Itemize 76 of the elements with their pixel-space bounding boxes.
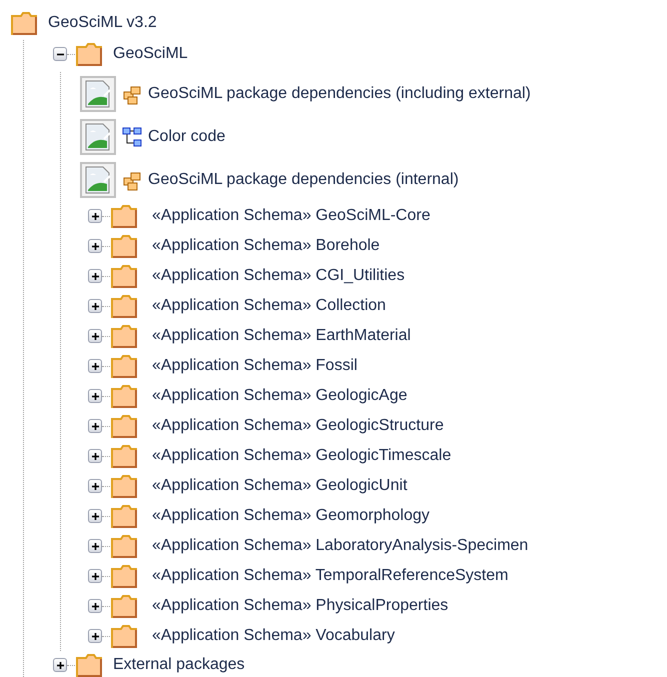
- plus-icon: [90, 302, 100, 310]
- plus-icon: [56, 660, 64, 670]
- tree-item-label[interactable]: «Application Schema» CGI_Utilities: [152, 264, 405, 288]
- expand-toggle[interactable]: [88, 329, 102, 343]
- tree-item-label[interactable]: GeoSciML package dependencies (internal): [148, 168, 459, 192]
- plus-icon: [90, 392, 100, 400]
- image-placeholder-icon: [80, 162, 116, 198]
- image-placeholder-icon: [80, 118, 116, 154]
- expand-toggle[interactable]: [88, 629, 102, 643]
- tree-item-label[interactable]: «Application Schema» EarthMaterial: [152, 324, 411, 348]
- folder-icon: [110, 263, 138, 289]
- tree-item-label[interactable]: GeoSciML package dependencies (including external): [148, 82, 531, 106]
- expand-toggle[interactable]: [88, 269, 102, 283]
- folder-icon: [110, 233, 138, 259]
- tree-item-label[interactable]: «Application Schema» Geomorphology: [152, 504, 430, 528]
- plus-icon: [90, 212, 100, 220]
- folder-icon: [110, 443, 138, 469]
- tree-item-label[interactable]: «Application Schema» GeoSciML-Core: [152, 204, 430, 228]
- folder-icon: [110, 593, 138, 619]
- plus-icon: [90, 512, 100, 520]
- plus-icon: [90, 542, 100, 550]
- expand-toggle[interactable]: [88, 569, 102, 583]
- folder-icon: [110, 413, 138, 439]
- tree-item-label[interactable]: «Application Schema» Fossil: [152, 354, 358, 378]
- plus-icon: [90, 422, 100, 430]
- folder-icon: [110, 293, 138, 319]
- folder-icon: [110, 203, 138, 229]
- folder-icon: [10, 10, 38, 36]
- folder-icon: [75, 652, 103, 677]
- tree-item-label[interactable]: «Application Schema» Collection: [152, 294, 386, 318]
- plus-icon: [90, 602, 100, 610]
- folder-icon: [110, 503, 138, 529]
- plus-icon: [90, 242, 100, 250]
- tree-item-label[interactable]: «Application Schema» LaboratoryAnalysis-Specimen: [152, 534, 528, 558]
- folder-icon: [110, 623, 138, 649]
- plus-icon: [90, 452, 100, 460]
- folder-icon: [110, 533, 138, 559]
- tree-item-label[interactable]: «Application Schema» PhysicalProperties: [152, 594, 448, 618]
- expand-toggle[interactable]: [88, 419, 102, 433]
- expand-toggle[interactable]: [88, 539, 102, 553]
- expand-toggle[interactable]: [88, 599, 102, 613]
- folder-icon: [110, 383, 138, 409]
- tree-item-label[interactable]: «Application Schema» GeologicTimescale: [152, 444, 452, 468]
- plus-icon: [90, 272, 100, 280]
- tree-item-label[interactable]: «Application Schema» GeologicUnit: [152, 474, 408, 498]
- tree-item-label[interactable]: «Application Schema» GeologicStructure: [152, 414, 444, 438]
- plus-icon: [90, 482, 100, 490]
- folder-icon: [110, 563, 138, 589]
- expand-toggle[interactable]: [88, 509, 102, 523]
- folder-icon: [110, 353, 138, 379]
- expand-toggle[interactable]: [88, 359, 102, 373]
- plus-icon: [90, 632, 100, 640]
- expand-toggle[interactable]: [88, 389, 102, 403]
- plus-icon: [90, 362, 100, 370]
- plus-icon: [90, 332, 100, 340]
- expand-toggle[interactable]: [88, 299, 102, 313]
- tree-item-label[interactable]: «Application Schema» Borehole: [152, 234, 380, 258]
- expand-toggle[interactable]: [88, 479, 102, 493]
- tree-item-label[interactable]: External packages: [113, 653, 245, 677]
- tree-item-label[interactable]: «Application Schema» TemporalReferenceSystem: [152, 564, 508, 588]
- class-diagram-icon: [122, 126, 142, 148]
- tree-item-label[interactable]: Color code: [148, 124, 226, 148]
- folder-icon: [110, 323, 138, 349]
- folder-icon: [75, 41, 103, 67]
- expand-toggle[interactable]: [53, 658, 67, 672]
- plus-icon: [90, 572, 100, 580]
- tree-item-label[interactable]: GeoSciML v3.2: [48, 11, 157, 35]
- expand-toggle[interactable]: [88, 209, 102, 223]
- image-placeholder-icon: [80, 76, 116, 112]
- expand-toggle[interactable]: [88, 239, 102, 253]
- tree-item-label[interactable]: «Application Schema» Vocabulary: [152, 624, 395, 648]
- tree-item-label[interactable]: «Application Schema» GeologicAge: [152, 384, 408, 408]
- folder-icon: [110, 473, 138, 499]
- expand-toggle[interactable]: [53, 47, 67, 61]
- tree-item-label[interactable]: GeoSciML: [113, 42, 188, 66]
- expand-toggle[interactable]: [88, 449, 102, 463]
